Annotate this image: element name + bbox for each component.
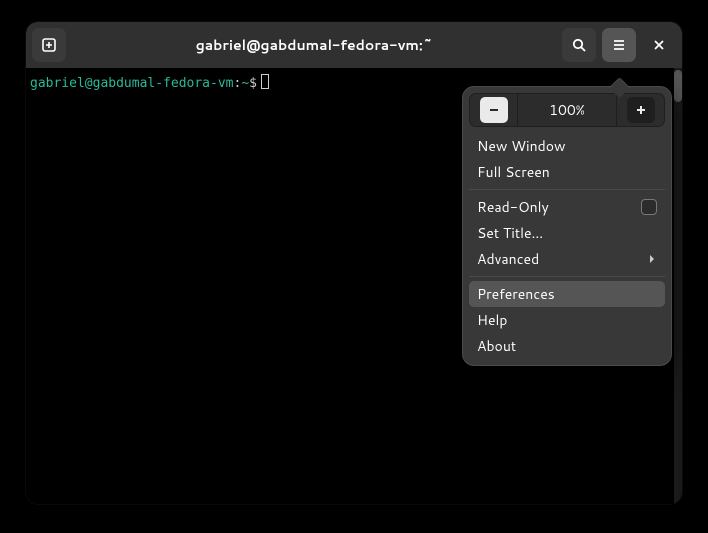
menu-item-label: Full Screen xyxy=(477,162,657,182)
menu-item-full-screen[interactable]: Full Screen xyxy=(469,159,665,185)
scrollbar[interactable] xyxy=(674,68,682,504)
new-tab-icon xyxy=(41,37,57,53)
new-tab-button[interactable] xyxy=(32,28,66,62)
menu-item-advanced[interactable]: Advanced xyxy=(469,246,665,272)
hamburger-icon xyxy=(611,37,627,53)
menu-separator xyxy=(469,276,665,277)
menu-item-label: Help xyxy=(477,310,657,330)
menu-item-read-only[interactable]: Read-Only xyxy=(469,194,665,220)
menu-item-label: New Window xyxy=(477,136,657,156)
zoom-level[interactable]: 100% xyxy=(518,94,616,126)
checkbox-unchecked[interactable] xyxy=(641,199,657,215)
zoom-controls: 100% xyxy=(469,93,665,127)
hamburger-menu-button[interactable] xyxy=(602,28,636,62)
menu-item-new-window[interactable]: New Window xyxy=(469,133,665,159)
close-icon xyxy=(652,38,666,52)
zoom-out-button[interactable] xyxy=(480,97,508,123)
titlebar: gabriel@gabdumal-fedora-vm:~ xyxy=(26,22,682,68)
minus-icon xyxy=(488,104,500,116)
close-window-button[interactable] xyxy=(642,28,676,62)
main-menu-popover: 100% New Window Full Screen Read-Only Se… xyxy=(462,86,672,366)
menu-item-preferences[interactable]: Preferences xyxy=(469,281,665,307)
menu-item-about[interactable]: About xyxy=(469,333,665,359)
menu-item-label: About xyxy=(477,336,657,356)
menu-item-label: Read-Only xyxy=(477,197,641,217)
search-button[interactable] xyxy=(562,28,596,62)
search-icon xyxy=(571,37,587,53)
chevron-right-icon xyxy=(647,254,657,264)
menu-item-label: Advanced xyxy=(477,249,647,269)
menu-item-set-title[interactable]: Set Title… xyxy=(469,220,665,246)
menu-separator xyxy=(469,189,665,190)
prompt-user-host: gabriel@gabdumal-fedora-vm xyxy=(30,76,234,91)
scrollbar-thumb[interactable] xyxy=(674,70,682,102)
window-title: gabriel@gabdumal-fedora-vm:~ xyxy=(72,35,556,55)
menu-item-label: Set Title… xyxy=(477,223,657,243)
prompt-sigil: $ xyxy=(249,76,257,91)
prompt-cwd: ~ xyxy=(241,76,249,91)
plus-icon xyxy=(635,104,647,116)
menu-item-label: Preferences xyxy=(477,284,657,304)
zoom-in-button[interactable] xyxy=(627,97,655,123)
text-cursor xyxy=(261,74,269,89)
menu-item-help[interactable]: Help xyxy=(469,307,665,333)
